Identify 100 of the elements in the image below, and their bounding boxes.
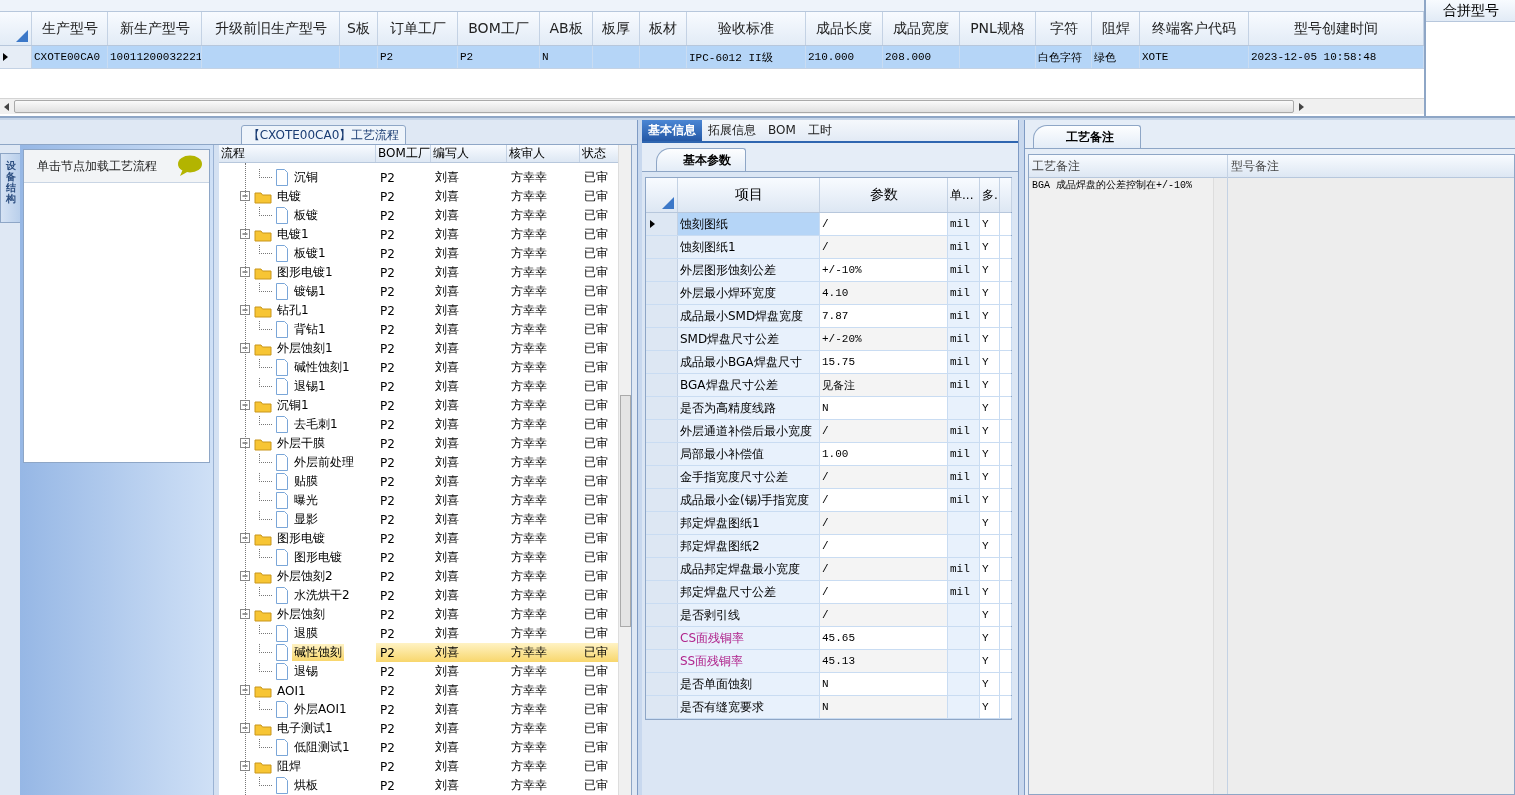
collapse-icon[interactable] xyxy=(240,343,251,354)
parameter-value[interactable]: / xyxy=(820,558,948,580)
parameter-value[interactable]: +/-20% xyxy=(820,328,948,350)
tree-node[interactable]: 退锡1 xyxy=(292,378,328,395)
column-header[interactable]: 成品宽度 xyxy=(883,12,960,45)
column-header[interactable]: 升级前旧生产型号 xyxy=(202,12,340,45)
tree-row[interactable]: 外层蚀刻 P2 刘喜 方幸幸 已审 xyxy=(219,605,619,624)
tree-row[interactable]: 外层蚀刻2 P2 刘喜 方幸幸 已审 xyxy=(219,567,619,586)
tree-node[interactable]: 退膜 xyxy=(292,625,320,642)
column-header[interactable]: 参数 xyxy=(820,178,948,212)
tree-row[interactable]: 低阻测试1 P2 刘喜 方幸幸 已审 xyxy=(219,738,619,757)
column-header[interactable]: AB板 xyxy=(540,12,593,45)
tree-row[interactable]: 去毛刺1 P2 刘喜 方幸幸 已审 xyxy=(219,415,619,434)
tab[interactable]: 基本参数 xyxy=(656,148,746,171)
tree-node[interactable]: 外层干膜 xyxy=(275,435,327,452)
parameter-value[interactable]: / xyxy=(820,420,948,442)
column-header[interactable]: 订单工厂 xyxy=(378,12,458,45)
tree-row[interactable]: 外层干膜 P2 刘喜 方幸幸 已审 xyxy=(219,434,619,453)
tree-row[interactable]: 外层AOI1 P2 刘喜 方幸幸 已审 xyxy=(219,700,619,719)
tree-node[interactable]: 背钻1 xyxy=(292,321,328,338)
tree-row[interactable]: AOI1 P2 刘喜 方幸幸 已审 xyxy=(219,681,619,700)
tree-row[interactable]: 电镀 P2 刘喜 方幸幸 已审 xyxy=(219,187,619,206)
collapse-icon[interactable] xyxy=(240,761,251,772)
parameter-value[interactable]: N xyxy=(820,696,948,718)
parameter-value[interactable]: / xyxy=(820,466,948,488)
tree-node[interactable]: AOI1 xyxy=(275,683,308,698)
column-header[interactable]: 型号创建时间 xyxy=(1249,12,1424,45)
tab[interactable]: 工时 xyxy=(801,120,838,141)
parameter-value[interactable]: 4.10 xyxy=(820,282,948,304)
tree-node[interactable]: 镀锡1 xyxy=(292,283,328,300)
tree-row[interactable]: 背钻1 P2 刘喜 方幸幸 已审 xyxy=(219,320,619,339)
tree-node[interactable]: 碱性蚀刻 xyxy=(292,644,344,661)
collapse-icon[interactable] xyxy=(240,609,251,620)
tree-node[interactable]: 板镀 xyxy=(292,207,320,224)
tree-node[interactable]: 曝光 xyxy=(292,492,320,509)
parameter-value[interactable]: 见备注 xyxy=(820,374,948,396)
tree-row[interactable]: 碱性蚀刻 P2 刘喜 方幸幸 已审 xyxy=(219,643,619,662)
tree-row[interactable]: 贴膜 P2 刘喜 方幸幸 已审 xyxy=(219,472,619,491)
tree-row[interactable]: 碱性蚀刻1 P2 刘喜 方幸幸 已审 xyxy=(219,358,619,377)
parameter-value[interactable]: / xyxy=(820,512,948,534)
column-header[interactable]: 单... xyxy=(948,178,980,212)
tree-row[interactable]: 沉铜1 P2 刘喜 方幸幸 已审 xyxy=(219,396,619,415)
tab[interactable]: 拓展信息 xyxy=(702,120,762,141)
collapse-icon[interactable] xyxy=(240,400,251,411)
tab[interactable]: BOM xyxy=(762,120,802,141)
note-text[interactable]: BGA 成品焊盘的公差控制在+/-10% xyxy=(1032,180,1192,191)
tree-row[interactable]: 退锡 P2 刘喜 方幸幸 已审 xyxy=(219,662,619,681)
parameter-value[interactable]: / xyxy=(820,236,948,258)
tree-node[interactable]: 外层蚀刻 xyxy=(275,606,327,623)
tree-row[interactable]: 水洗烘干2 P2 刘喜 方幸幸 已审 xyxy=(219,586,619,605)
column-header[interactable]: 多.. xyxy=(980,178,1000,212)
tree-node[interactable]: 沉铜 xyxy=(292,169,320,186)
tree-node[interactable]: 图形电镀 xyxy=(275,530,327,547)
tree-node[interactable]: 贴膜 xyxy=(292,473,320,490)
collapse-icon[interactable] xyxy=(240,191,251,202)
tree-node[interactable]: 外层蚀刻1 xyxy=(275,340,335,357)
tree-node[interactable]: 沉铜1 xyxy=(275,397,311,414)
collapse-icon[interactable] xyxy=(240,438,251,449)
tree-row[interactable]: 图形电镀 P2 刘喜 方幸幸 已审 xyxy=(219,529,619,548)
column-header[interactable]: 流程 xyxy=(219,145,376,162)
tree-row[interactable]: 显影 P2 刘喜 方幸幸 已审 xyxy=(219,510,619,529)
tree-node[interactable]: 电镀1 xyxy=(275,226,311,243)
column-header[interactable]: 终端客户代码 xyxy=(1140,12,1249,45)
column-header[interactable]: BOM工厂 xyxy=(376,145,431,162)
tree-node[interactable]: 去毛刺1 xyxy=(292,416,340,433)
tree-row[interactable]: 烘板 P2 刘喜 方幸幸 已审 xyxy=(219,776,619,795)
tree-node[interactable]: 显影 xyxy=(292,511,320,528)
tree-row[interactable]: 图形电镀 P2 刘喜 方幸幸 已审 xyxy=(219,548,619,567)
tree-node[interactable]: 图形电镀1 xyxy=(275,264,335,281)
collapse-icon[interactable] xyxy=(240,723,251,734)
tree-node[interactable]: 电子测试1 xyxy=(275,720,335,737)
vertical-scrollbar[interactable] xyxy=(618,145,631,795)
column-header[interactable]: 编写人 xyxy=(431,145,507,162)
tree-node[interactable]: 退锡 xyxy=(292,663,320,680)
column-header[interactable]: 项目 xyxy=(678,178,820,212)
column-header[interactable]: 核审人 xyxy=(507,145,580,162)
parameter-value[interactable]: 45.13 xyxy=(820,650,948,672)
tree-row[interactable]: 外层蚀刻1 P2 刘喜 方幸幸 已审 xyxy=(219,339,619,358)
tree-node[interactable]: 外层前处理 xyxy=(292,454,356,471)
tab[interactable]: 工艺备注 xyxy=(1033,125,1141,148)
tree-node[interactable]: 烘板 xyxy=(292,777,320,794)
tree-row[interactable]: 外层前处理 P2 刘喜 方幸幸 已审 xyxy=(219,453,619,472)
column-header[interactable]: 验收标准 xyxy=(687,12,806,45)
column-header[interactable]: 板厚 xyxy=(593,12,640,45)
column-header[interactable]: BOM工厂 xyxy=(458,12,540,45)
side-tab[interactable]: 设备结构 xyxy=(0,153,20,223)
tree-node[interactable]: 水洗烘干2 xyxy=(292,587,352,604)
tree-row[interactable]: 阻焊 P2 刘喜 方幸幸 已审 xyxy=(219,757,619,776)
horizontal-scrollbar[interactable] xyxy=(0,98,1424,114)
tree-node[interactable]: 碱性蚀刻1 xyxy=(292,359,352,376)
vertical-scrollbar[interactable] xyxy=(1213,178,1227,794)
column-header[interactable]: 合拼型号 xyxy=(1426,0,1515,22)
tree-row[interactable]: 图形电镀1 P2 刘喜 方幸幸 已审 xyxy=(219,263,619,282)
tree-row[interactable]: 曝光 P2 刘喜 方幸幸 已审 xyxy=(219,491,619,510)
tree-node[interactable]: 钻孔1 xyxy=(275,302,311,319)
column-header[interactable]: 生产型号 xyxy=(32,12,108,45)
tree-node[interactable]: 外层AOI1 xyxy=(292,701,349,718)
collapse-icon[interactable] xyxy=(240,267,251,278)
row-header[interactable] xyxy=(646,213,678,235)
tree-row[interactable]: 板镀 P2 刘喜 方幸幸 已审 xyxy=(219,206,619,225)
